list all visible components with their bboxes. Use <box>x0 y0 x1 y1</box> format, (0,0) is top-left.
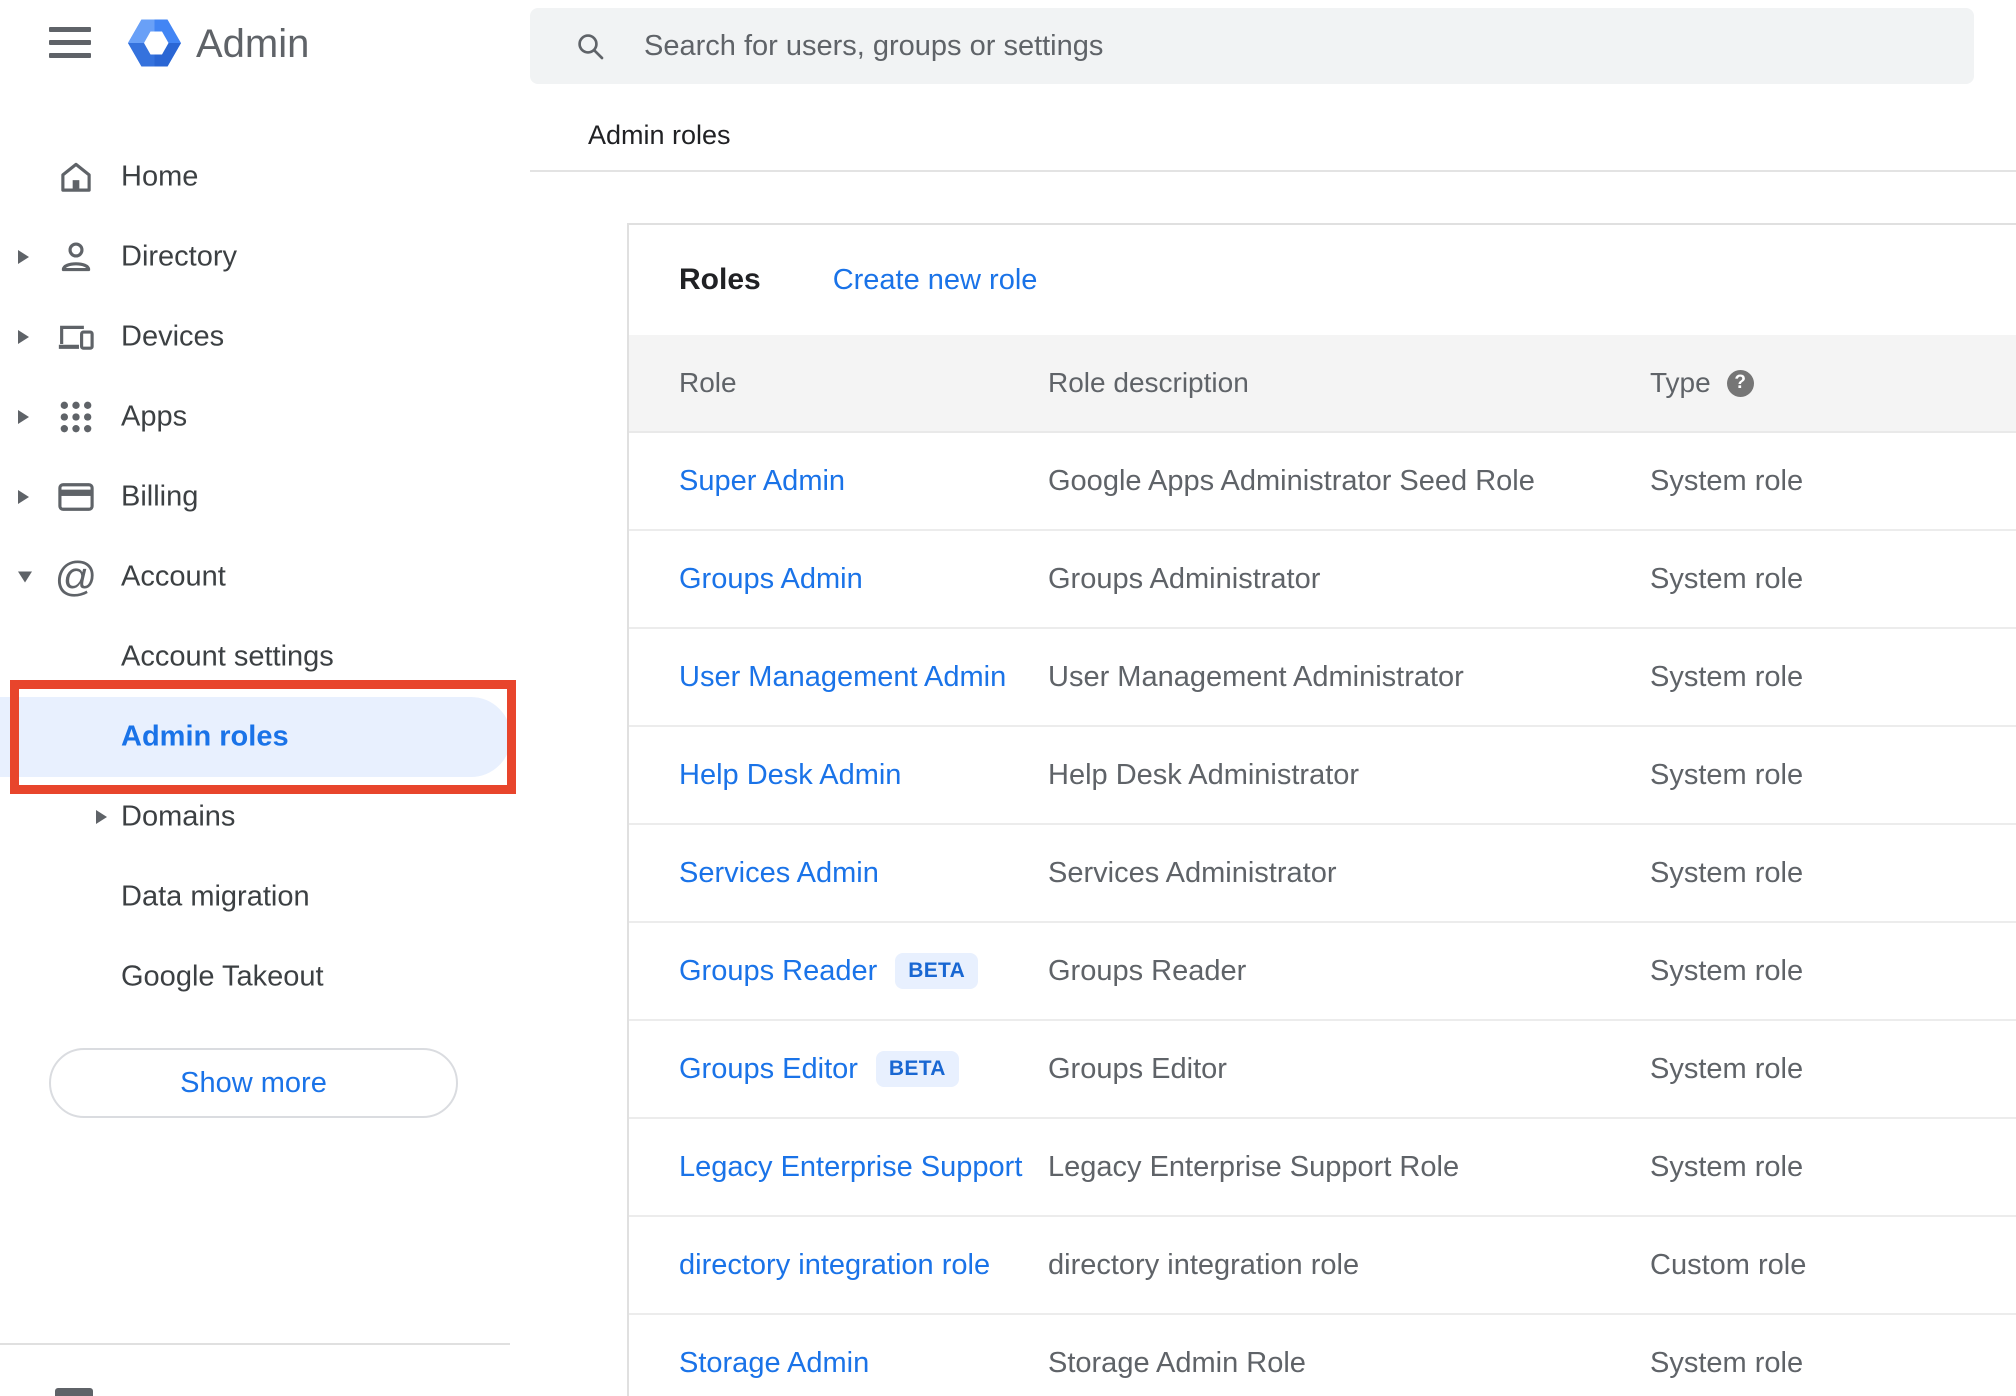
card-icon <box>54 475 98 519</box>
header-divider <box>530 170 2016 172</box>
devices-icon <box>54 315 98 359</box>
sidebar-item-domains[interactable]: Domains <box>0 777 530 857</box>
search-icon <box>578 34 604 60</box>
create-new-role-link[interactable]: Create new role <box>833 264 1038 297</box>
table-row: Storage Admin Storage Admin Role System … <box>629 1315 2016 1396</box>
apps-icon <box>54 395 98 439</box>
role-type: System role <box>1650 660 1804 693</box>
table-row: Groups Reader BETA Groups Reader System … <box>629 923 2016 1021</box>
sidebar-item-admin-roles[interactable]: Admin roles <box>0 697 530 777</box>
role-link[interactable]: Super Admin <box>679 465 845 498</box>
sidebar-item-label: Apps <box>121 400 188 433</box>
table-header-row: Role Role description Type ? <box>629 335 2016 433</box>
role-description: Legacy Enterprise Support Role <box>1048 1150 1460 1183</box>
role-type: System role <box>1650 856 1804 889</box>
chevron-expand-icon <box>18 571 32 583</box>
roles-card-header: Roles Create new role <box>629 225 2016 335</box>
role-type: System role <box>1650 954 1804 987</box>
sidebar-item-label: Home <box>121 160 199 193</box>
table-row: Groups Admin Groups Administrator System… <box>629 531 2016 629</box>
help-icon[interactable]: ? <box>1726 369 1754 397</box>
role-description: Groups Administrator <box>1048 562 1321 595</box>
admin-logo-icon <box>128 19 181 67</box>
roles-card: Roles Create new role Role Role descript… <box>627 223 2016 1396</box>
role-type: System role <box>1650 758 1804 791</box>
search-input[interactable] <box>644 29 1930 63</box>
role-type: System role <box>1650 1346 1804 1379</box>
role-type: System role <box>1650 562 1804 595</box>
column-header-role: Role <box>679 367 737 398</box>
sidebar-item-label: Domains <box>121 800 236 833</box>
sidebar-item-data-migration[interactable]: Data migration <box>0 857 530 937</box>
role-link[interactable]: Groups Editor <box>679 1053 858 1086</box>
sidebar-item-apps[interactable]: Apps <box>0 377 530 457</box>
sidebar-item-label: Google Takeout <box>121 960 324 993</box>
role-link[interactable]: User Management Admin <box>679 661 1006 694</box>
chevron-expand-icon <box>18 490 29 504</box>
table-row: directory integration role directory int… <box>629 1217 2016 1315</box>
column-header-role-description: Role description <box>1048 367 1249 398</box>
chevron-expand-icon <box>96 810 107 824</box>
sidebar-item-google-takeout[interactable]: Google Takeout <box>0 937 530 1017</box>
sidebar-item-account[interactable]: @ Account <box>0 537 530 617</box>
table-row: Services Admin Services Administrator Sy… <box>629 825 2016 923</box>
table-row: Super Admin Google Apps Administrator Se… <box>629 433 2016 531</box>
roles-table-body: Super Admin Google Apps Administrator Se… <box>629 433 2016 1396</box>
role-link[interactable]: Groups Admin <box>679 563 863 596</box>
menu-icon[interactable] <box>49 27 91 58</box>
sidebar-bottom-divider <box>0 1343 510 1345</box>
sidebar-item-home[interactable]: Home <box>0 137 530 217</box>
person-icon <box>54 235 98 279</box>
app-title: Admin <box>196 22 310 66</box>
role-type: System role <box>1650 1052 1804 1085</box>
sidebar-item-account-settings[interactable]: Account settings <box>0 617 530 697</box>
home-icon <box>54 155 98 199</box>
sidebar-item-label: Admin roles <box>121 720 289 753</box>
role-description: Services Administrator <box>1048 856 1337 889</box>
table-row: Legacy Enterprise Support Legacy Enterpr… <box>629 1119 2016 1217</box>
sidebar-item-devices[interactable]: Devices <box>0 297 530 377</box>
beta-badge: BETA <box>875 1051 959 1087</box>
role-description: Groups Editor <box>1048 1052 1227 1085</box>
role-type: System role <box>1650 1150 1804 1183</box>
at-icon: @ <box>54 553 98 600</box>
table-row: Help Desk Admin Help Desk Administrator … <box>629 727 2016 825</box>
sidebar-nav: Home Directory Devices Apps Billing @ Ac… <box>0 137 530 1017</box>
role-link[interactable]: Legacy Enterprise Support <box>679 1151 1022 1184</box>
role-description: Help Desk Administrator <box>1048 758 1360 791</box>
sidebar-item-label: Directory <box>121 240 238 273</box>
role-description: Storage Admin Role <box>1048 1346 1306 1379</box>
role-description: Google Apps Administrator Seed Role <box>1048 464 1535 497</box>
role-link[interactable]: Groups Reader <box>679 955 877 988</box>
column-header-type: Type <box>1650 367 1711 398</box>
table-row: User Management Admin User Management Ad… <box>629 629 2016 727</box>
role-link[interactable]: Services Admin <box>679 857 879 890</box>
chevron-expand-icon <box>18 410 29 424</box>
sidebar-item-label: Account settings <box>121 640 334 673</box>
role-description: User Management Administrator <box>1048 660 1464 693</box>
table-row: Groups Editor BETA Groups Editor System … <box>629 1021 2016 1119</box>
partial-bottom-icon <box>55 1388 93 1396</box>
role-link[interactable]: Help Desk Admin <box>679 759 901 792</box>
beta-badge: BETA <box>895 953 979 989</box>
chevron-expand-icon <box>18 330 29 344</box>
sidebar-item-label: Account <box>121 560 226 593</box>
sidebar-item-label: Devices <box>121 320 225 353</box>
role-type: System role <box>1650 464 1804 497</box>
chevron-expand-icon <box>18 250 29 264</box>
sidebar-item-billing[interactable]: Billing <box>0 457 530 537</box>
sidebar-item-label: Billing <box>121 480 199 513</box>
role-description: Groups Reader <box>1048 954 1247 987</box>
sidebar-item-directory[interactable]: Directory <box>0 217 530 297</box>
search-bar[interactable] <box>530 8 1974 84</box>
sidebar-item-label: Data migration <box>121 880 310 913</box>
role-link[interactable]: Storage Admin <box>679 1347 869 1380</box>
breadcrumb: Admin roles <box>588 120 731 150</box>
show-more-button[interactable]: Show more <box>49 1048 458 1118</box>
card-title: Roles <box>679 263 761 296</box>
role-description: directory integration role <box>1048 1248 1360 1281</box>
role-link[interactable]: directory integration role <box>679 1249 990 1282</box>
role-type: Custom role <box>1650 1248 1807 1281</box>
